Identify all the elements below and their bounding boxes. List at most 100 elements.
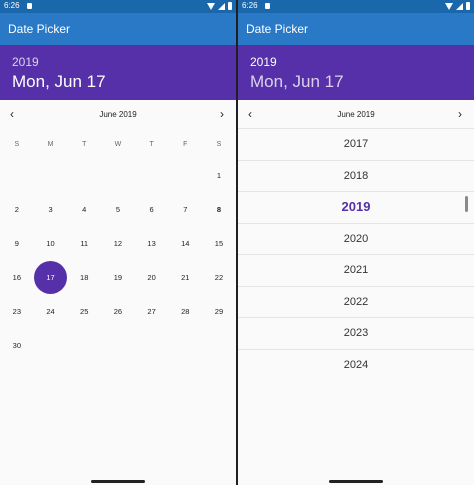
day-cell-selected[interactable]: 17 [34,260,68,294]
calendar-grid: 1 2 3 4 5 6 7 8 9 10 11 12 13 14 15 16 17 18 19 20 21 22 23 24 2… [0,158,236,362]
day-number: 1 [216,170,222,180]
battery-icon [228,2,232,10]
year-item[interactable]: 2017 [238,128,474,160]
weekday-label: F [183,141,188,148]
signal-icon [456,2,463,10]
day-number: 26 [113,306,123,316]
day-number: 5 [115,204,120,214]
day-number: 4 [82,204,87,214]
status-time: 6:26 [4,1,20,10]
day-number: 28 [181,306,190,316]
weekday-label: M [47,141,54,148]
day-number: 15 [214,238,224,248]
home-handle[interactable] [329,480,383,483]
day-number: 6 [149,204,154,214]
wifi-icon [207,2,215,10]
sd-card-icon [265,3,270,9]
day-cell[interactable]: 29 [202,294,236,328]
day-cell[interactable]: 28 [168,294,202,328]
day-cell[interactable]: 22 [202,260,236,294]
chevron-right-icon[interactable]: › [220,108,224,120]
day-cell[interactable]: 26 [101,294,135,328]
day-number: 2 [14,204,19,214]
weekday-label: T [149,141,154,148]
chevron-right-icon[interactable]: › [458,108,462,120]
header-date[interactable]: Mon, Jun 17 [12,72,106,92]
day-cell[interactable]: 2 [0,192,34,226]
home-handle[interactable] [91,480,145,483]
day-number: 24 [46,306,55,316]
year-item[interactable]: 2020 [238,222,474,255]
day-cell[interactable]: 12 [101,226,135,260]
day-number: 7 [183,204,188,214]
empty-day-cell [0,158,34,192]
day-cell[interactable]: 3 [34,192,68,226]
sd-card-icon [27,3,32,9]
day-number: 22 [214,272,224,282]
calendar-screen: 6:26 Date Picker 2019 Mon, Jun 17 ‹ June… [0,0,236,485]
signal-icon [218,2,225,10]
day-number: 25 [80,306,89,316]
weekday-label: T [82,141,87,148]
day-cell[interactable]: 11 [67,226,101,260]
year-item[interactable]: 2018 [238,159,474,192]
day-number: 11 [80,238,89,248]
day-cell[interactable]: 10 [34,226,68,260]
day-number: 13 [147,238,156,248]
day-number: 23 [12,306,22,316]
day-cell[interactable]: 30 [0,328,34,362]
day-number: 9 [14,238,19,248]
day-number: 29 [214,306,224,316]
month-navigation: ‹ June 2019 › [0,100,236,128]
year-list[interactable]: 2017 2018 2019 2020 2021 2022 2023 2024 [238,128,474,380]
day-cell[interactable]: 25 [67,294,101,328]
day-cell[interactable]: 18 [67,260,101,294]
nav-bar [238,480,474,485]
month-title: June 2019 [337,110,375,119]
year-item[interactable]: 2021 [238,254,474,286]
day-cell[interactable]: 15 [202,226,236,260]
day-number: 18 [80,272,89,282]
day-cell[interactable]: 7 [168,192,202,226]
day-number: 30 [12,340,22,350]
wifi-icon [445,2,453,10]
status-bar: 6:26 [238,0,474,13]
day-cell[interactable]: 27 [135,294,169,328]
year-item[interactable]: 2022 [238,285,474,318]
header-year[interactable]: 2019 [12,55,39,69]
day-cell[interactable]: 24 [34,294,68,328]
scrollbar-thumb[interactable] [465,196,468,212]
month-navigation: ‹ June 2019 › [238,100,474,128]
day-number: 10 [46,238,55,248]
day-cell[interactable]: 14 [168,226,202,260]
month-title: June 2019 [99,110,137,119]
day-cell[interactable]: 6 [135,192,169,226]
day-cell[interactable]: 13 [135,226,169,260]
year-item[interactable]: 2023 [238,317,474,349]
day-cell[interactable]: 16 [0,260,34,294]
day-cell[interactable]: 5 [101,192,135,226]
header-date[interactable]: Mon, Jun 17 [250,72,344,92]
status-bar: 6:26 [0,0,236,13]
app-title: Date Picker [246,22,309,36]
day-number: 19 [113,272,123,282]
day-number: 16 [12,272,22,282]
status-time: 6:26 [242,1,258,10]
day-cell[interactable]: 4 [67,192,101,226]
day-cell[interactable]: 19 [101,260,135,294]
year-item-selected[interactable]: 2019 [238,191,474,223]
empty-day-cell [101,158,135,192]
day-cell[interactable]: 21 [168,260,202,294]
day-cell[interactable]: 9 [0,226,34,260]
day-cell[interactable]: 23 [0,294,34,328]
weekday-label: S [14,141,20,148]
day-cell[interactable]: 20 [135,260,169,294]
day-cell[interactable]: 8 [202,192,236,226]
header-year[interactable]: 2019 [250,55,277,69]
year-item[interactable]: 2024 [238,348,474,381]
day-number: 17 [34,260,68,294]
day-number: 8 [216,204,222,214]
day-cell[interactable]: 1 [202,158,236,192]
weekday-label: S [216,141,222,148]
empty-day-cell [34,158,68,192]
